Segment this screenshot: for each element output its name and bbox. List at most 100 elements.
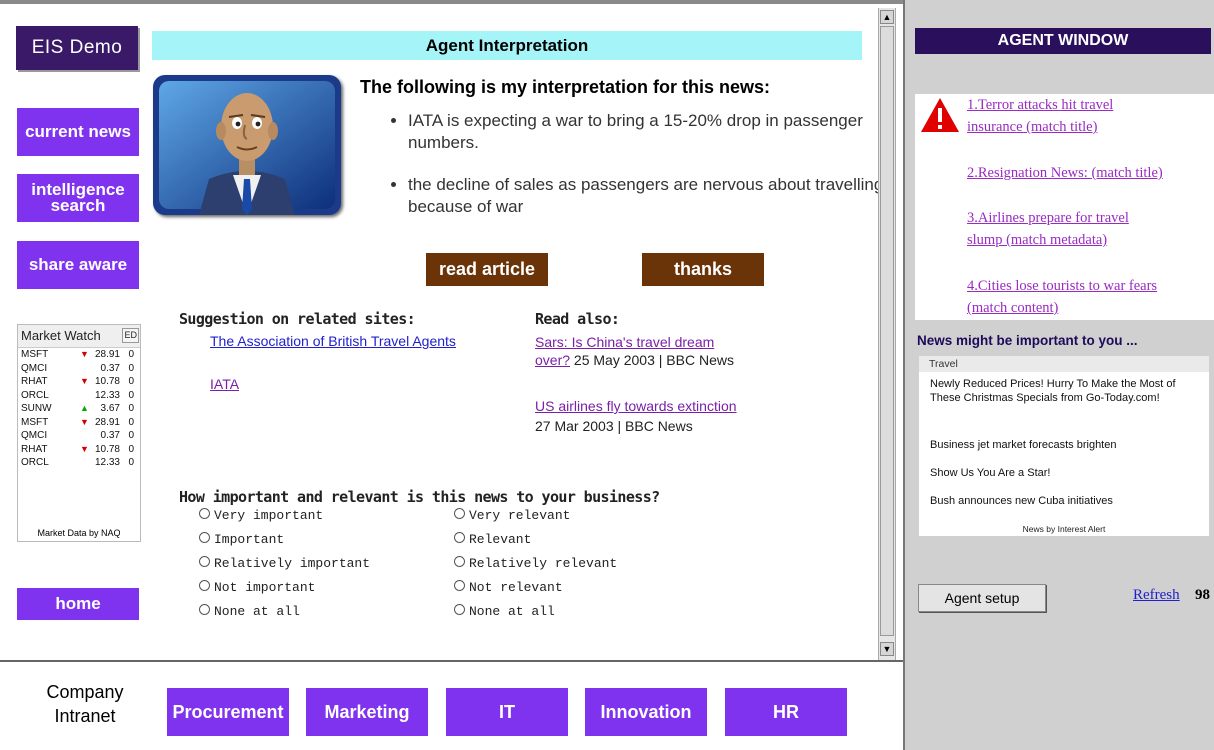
stock-symbol: ORCL xyxy=(21,389,49,401)
stock-change: 0 xyxy=(128,443,134,455)
radio-button[interactable] xyxy=(454,532,465,544)
radio-button[interactable] xyxy=(454,556,465,568)
market-watch-row: RHAT ▼ 10.78 0 xyxy=(18,375,140,389)
stock-price: 28.91 xyxy=(94,349,120,360)
radio-button[interactable] xyxy=(454,580,465,592)
news-item-link[interactable]: Business jet market forecasts brighten xyxy=(930,438,1202,452)
up-arrow-icon: ▲ xyxy=(80,403,89,413)
stock-symbol: QMCI xyxy=(21,362,48,374)
stock-price: 12.33 xyxy=(94,389,120,401)
scrollbar-thumb[interactable] xyxy=(880,26,894,636)
importance-options: Very important Important Relatively import… xyxy=(199,504,449,624)
news-item-link[interactable]: Show Us You Are a Star! xyxy=(930,466,1202,480)
agent-alert-link[interactable]: 3.Airlines prepare for travel slump (mat… xyxy=(967,207,1129,251)
read-also-title: Read also: xyxy=(535,310,620,328)
market-watch-row: MSFT ▼ 28.91 0 xyxy=(18,416,140,430)
agent-alert-line: slump (match metadata) xyxy=(967,232,1108,248)
scroll-down-arrow-icon[interactable]: ▼ xyxy=(880,642,894,656)
read-also-link[interactable]: over? xyxy=(535,352,570,368)
agent-alert-link[interactable]: 1.Terror attacks hit travel insurance (m… xyxy=(967,94,1113,138)
relevance-option[interactable]: Relevant xyxy=(454,528,704,552)
hr-button[interactable]: HR xyxy=(725,688,847,736)
importance-option[interactable]: Very important xyxy=(199,504,449,528)
importance-option-label: Relatively important xyxy=(214,556,371,571)
agent-avatar-illustration xyxy=(159,81,335,215)
relevance-option[interactable]: Very relevant xyxy=(454,504,704,528)
importance-option-label: Not important xyxy=(214,580,316,595)
stock-price: 10.78 xyxy=(94,443,120,455)
relevance-option[interactable]: Not relevant xyxy=(454,576,704,600)
interpretation-bullets: IATA is expecting a war to bring a 15-20… xyxy=(388,110,878,238)
intelligence-search-button[interactable]: intelligence search xyxy=(17,174,139,222)
importance-option[interactable]: None at all xyxy=(199,600,449,624)
radio-button[interactable] xyxy=(199,508,210,520)
related-site-link[interactable]: The Association of British Travel Agents xyxy=(210,333,456,349)
current-news-button[interactable]: current news xyxy=(17,108,139,156)
agent-alert-line: 1.Terror attacks hit travel xyxy=(967,97,1114,113)
stock-price: 0.37 xyxy=(100,430,120,441)
stock-symbol: SUNW xyxy=(21,403,52,414)
agent-alert-line: 3.Airlines prepare for travel xyxy=(967,210,1129,226)
read-article-button[interactable]: read article xyxy=(426,253,548,286)
radio-button[interactable] xyxy=(199,604,210,616)
innovation-button[interactable]: Innovation xyxy=(585,688,707,736)
agent-alert-link[interactable]: 4.Cities lose tourists to war fears (mat… xyxy=(967,275,1157,319)
read-also-source: 25 May 2003 | BBC News xyxy=(570,352,734,368)
market-watch-row: ORCL 12.33 0 xyxy=(18,389,140,403)
thanks-button[interactable]: thanks xyxy=(642,253,764,286)
scroll-up-arrow-icon[interactable]: ▲ xyxy=(880,10,894,24)
relevance-option[interactable]: Relatively relevant xyxy=(454,552,704,576)
stock-symbol: MSFT xyxy=(21,416,49,428)
refresh-link[interactable]: Refresh xyxy=(1133,587,1180,604)
related-site-link[interactable]: IATA xyxy=(210,376,239,392)
stock-change: 0 xyxy=(128,430,134,441)
stock-change: 0 xyxy=(128,362,134,374)
news-category: Travel xyxy=(919,356,1209,372)
agent-alert-link[interactable]: 2.Resignation News: (match title) xyxy=(967,162,1163,184)
home-button[interactable]: home xyxy=(17,588,139,620)
importance-option-label: Important xyxy=(214,532,285,547)
importance-option-label: None at all xyxy=(214,604,300,619)
radio-button[interactable] xyxy=(199,532,210,544)
relevance-options: Very relevant Relevant Relatively relevant… xyxy=(454,504,704,624)
stock-change: 0 xyxy=(128,403,134,414)
stock-symbol: RHAT xyxy=(21,443,48,455)
share-aware-button[interactable]: share aware xyxy=(17,241,139,289)
market-watch-header: Market Watch ED xyxy=(18,325,140,348)
market-watch-row: MSFT ▼ 28.91 0 xyxy=(18,348,140,362)
warning-icon xyxy=(921,98,959,132)
importance-option[interactable]: Relatively important xyxy=(199,552,449,576)
importance-option[interactable]: Not important xyxy=(199,576,449,600)
agent-alert-line: insurance (match title) xyxy=(967,119,1098,135)
agent-setup-button[interactable]: Agent setup xyxy=(918,584,1046,612)
read-also-link[interactable]: Sars: Is China's travel dream xyxy=(535,334,714,350)
read-also-link[interactable]: US airlines fly towards extinction xyxy=(535,398,737,414)
radio-button[interactable] xyxy=(199,580,210,592)
agent-interpretation-header: Agent Interpretation xyxy=(152,31,862,60)
stock-symbol: MSFT xyxy=(21,349,49,360)
marketing-button[interactable]: Marketing xyxy=(306,688,428,736)
news-item-link[interactable]: Bush announces new Cuba initiatives xyxy=(930,494,1202,508)
market-watch-edit-button[interactable]: ED xyxy=(122,328,139,343)
read-also-item: US airlines fly towards extinction 27 Ma… xyxy=(535,396,795,436)
procurement-button[interactable]: Procurement xyxy=(167,688,289,736)
news-item-link[interactable]: Newly Reduced Prices! Hurry To Make the … xyxy=(930,377,1202,405)
importance-option[interactable]: Important xyxy=(199,528,449,552)
stock-change: 0 xyxy=(128,457,134,468)
agent-alert-line: 4.Cities lose tourists to war fears xyxy=(967,278,1158,294)
main-scrollbar[interactable]: ▲ ▼ xyxy=(878,8,896,660)
radio-button[interactable] xyxy=(199,556,210,568)
stock-price: 3.67 xyxy=(100,403,120,414)
stock-symbol: ORCL xyxy=(21,457,49,468)
market-watch-row: QMCI 0.37 0 xyxy=(18,429,140,443)
market-watch-row: ORCL 12.33 0 xyxy=(18,456,140,470)
company-intranet-label-line: Company xyxy=(46,682,124,702)
stock-change: 0 xyxy=(128,416,134,428)
interpretation-title: The following is my interpretation for t… xyxy=(360,77,771,97)
interpretation-bullet: IATA is expecting a war to bring a 15-20… xyxy=(408,110,878,154)
radio-button[interactable] xyxy=(454,604,465,616)
it-button[interactable]: IT xyxy=(446,688,568,736)
market-watch-row: QMCI 0.37 0 xyxy=(18,362,140,376)
radio-button[interactable] xyxy=(454,508,465,520)
relevance-option[interactable]: None at all xyxy=(454,600,704,624)
